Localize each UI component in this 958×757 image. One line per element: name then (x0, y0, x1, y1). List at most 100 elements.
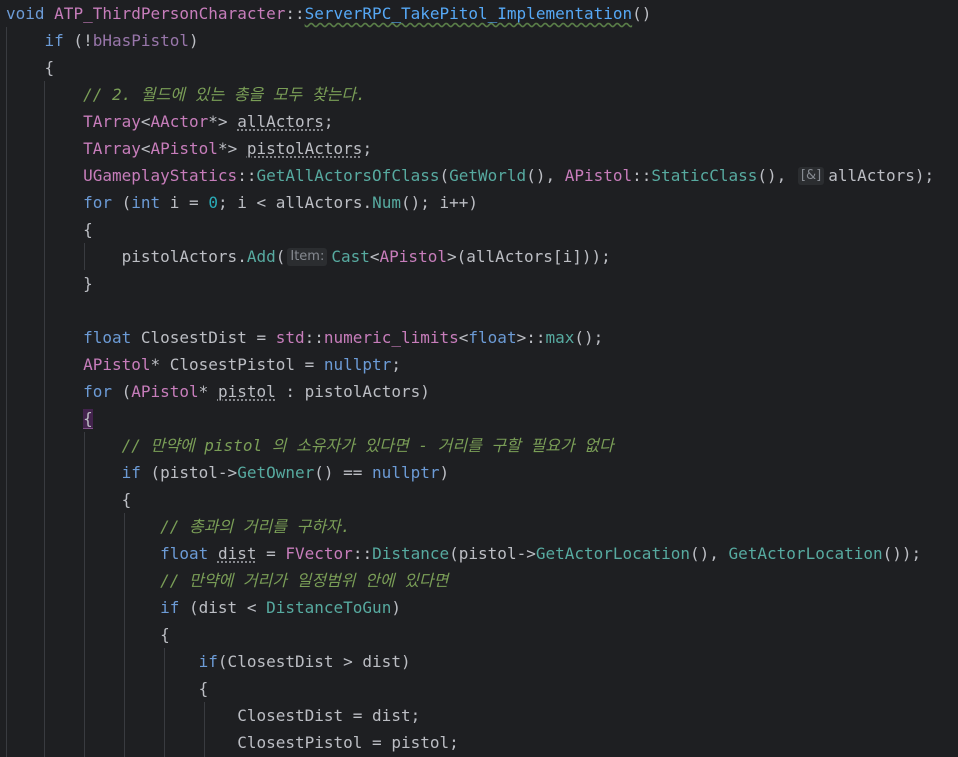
inlay-hint: [&] (797, 167, 825, 185)
code-token: float (83, 328, 132, 347)
code-line[interactable]: // 2. 월드에 있는 총을 모두 찾는다. (6, 81, 958, 108)
code-line[interactable]: if (pistol->GetOwner() == nullptr) (6, 459, 958, 486)
code-token: :: (632, 166, 652, 185)
code-token: float (468, 328, 517, 347)
code-token: if (44, 31, 64, 50)
code-token: GetActorLocation (535, 544, 690, 563)
code-line[interactable]: { (6, 405, 958, 432)
code-token: : pistolActors) (275, 382, 430, 401)
code-line[interactable]: // 만약에 pistol 의 소유자가 있다면 - 거리를 구할 필요가 없다 (6, 432, 958, 459)
code-token: // 만약에 거리가 일정범위 안에 있다면 (160, 571, 449, 590)
code-token: { (6, 58, 55, 77)
code-token: GetActorLocation (728, 544, 883, 563)
code-token: *> (217, 139, 247, 158)
code-token: (), (757, 166, 796, 185)
code-token: Add (246, 247, 276, 266)
code-token: for (83, 382, 112, 401)
code-token: (); (574, 328, 604, 347)
code-line[interactable]: pistolActors.Add(Item: Cast<APistol>(allA… (6, 243, 958, 270)
code-token: { (6, 490, 132, 509)
code-token: max (545, 328, 575, 347)
code-token: // 총과의 거리를 구하자. (160, 517, 351, 536)
code-line[interactable]: { (6, 216, 958, 243)
code-line[interactable]: UGameplayStatics::GetAllActorsOfClass(Ge… (6, 162, 958, 189)
code-line[interactable]: { (6, 486, 958, 513)
code-token: pistolActors. (6, 247, 247, 266)
code-token: nullptr (323, 355, 392, 374)
code-token: AActor (150, 112, 209, 131)
code-token: ; i < allActors. (217, 193, 373, 212)
code-token: ; (323, 112, 334, 131)
code-line[interactable]: ClosestDist = dist; (6, 702, 958, 729)
code-token: (), (689, 544, 729, 563)
code-token: (); i++) (400, 193, 479, 212)
code-line[interactable]: if (!bHasPistol) (6, 27, 958, 54)
code-line[interactable]: for (APistol* pistol : pistolActors) (6, 378, 958, 405)
code-line[interactable]: // 총과의 거리를 구하자. (6, 513, 958, 540)
code-token: :: (352, 544, 373, 563)
code-line[interactable]: TArray<AActor*> allActors; (6, 108, 958, 135)
code-token: allActors (237, 112, 324, 131)
code-line[interactable]: if(ClosestDist > dist) (6, 648, 958, 675)
code-token: :: (285, 4, 305, 23)
code-line[interactable]: float ClosestDist = std::numeric_limits<… (6, 324, 958, 351)
code-token: APistol (150, 139, 218, 158)
code-token: () == (314, 463, 373, 482)
code-line[interactable]: APistol* ClosestPistol = nullptr; (6, 351, 958, 378)
code-token: { (6, 625, 170, 644)
code-line[interactable]: } (6, 270, 958, 297)
code-token: numeric_limits (323, 328, 459, 347)
code-token: ) (391, 598, 401, 617)
code-token: float (160, 544, 209, 563)
code-token: ServerRPC_TakePitol_Implementation (304, 4, 633, 23)
code-token: ( (111, 193, 132, 212)
code-line[interactable]: for (int i = 0; i < allActors.Num(); i++… (6, 189, 958, 216)
code-token: GetWorld (449, 166, 527, 185)
code-token: nullptr (372, 463, 440, 482)
code-token: 0 (208, 193, 218, 212)
code-token: FVector (285, 544, 353, 563)
code-line[interactable]: void ATP_ThirdPersonCharacter::ServerRPC… (6, 0, 958, 27)
code-token: pistolActors (246, 139, 363, 158)
code-line[interactable]: if (dist < DistanceToGun) (6, 594, 958, 621)
code-token: (ClosestDist > dist) (217, 652, 411, 671)
code-line[interactable]: ClosestPistol = pistol; (6, 729, 958, 756)
code-token: (pistol-> (449, 544, 536, 563)
code-token: ) (189, 31, 199, 50)
code-token: // 만약에 pistol 의 소유자가 있다면 - 거리를 구할 필요가 없다 (121, 436, 614, 455)
code-line[interactable]: // 만약에 거리가 일정범위 안에 있다면 (6, 567, 958, 594)
code-token: (), (526, 166, 565, 185)
matched-brace: { (83, 409, 93, 429)
code-token: ( (275, 247, 286, 266)
code-token: ATP_ThirdPersonCharacter (54, 4, 286, 23)
code-token: :: (304, 328, 324, 347)
code-line[interactable]: { (6, 54, 958, 81)
code-token: ; (391, 355, 401, 374)
code-line[interactable]: { (6, 675, 958, 702)
code-token: ; (362, 139, 373, 158)
code-line[interactable]: { (6, 621, 958, 648)
code-token: std (275, 328, 305, 347)
code-line[interactable]: float dist = FVector::Distance(pistol->G… (6, 540, 958, 567)
code-token: for (83, 193, 112, 212)
code-token: APistol (131, 382, 199, 401)
code-token: () (632, 4, 652, 23)
code-editor[interactable]: void ATP_ThirdPersonCharacter::ServerRPC… (0, 0, 958, 757)
code-token: i = (160, 193, 209, 212)
code-token: allActors (828, 166, 915, 185)
code-token: // 2. 월드에 있는 총을 모두 찾는다. (83, 85, 366, 104)
code-token: ClosestDist = dist; (6, 706, 421, 725)
code-token: < (458, 328, 469, 347)
code-line[interactable]: TArray<APistol*> pistolActors; (6, 135, 958, 162)
code-token: { (6, 220, 93, 239)
